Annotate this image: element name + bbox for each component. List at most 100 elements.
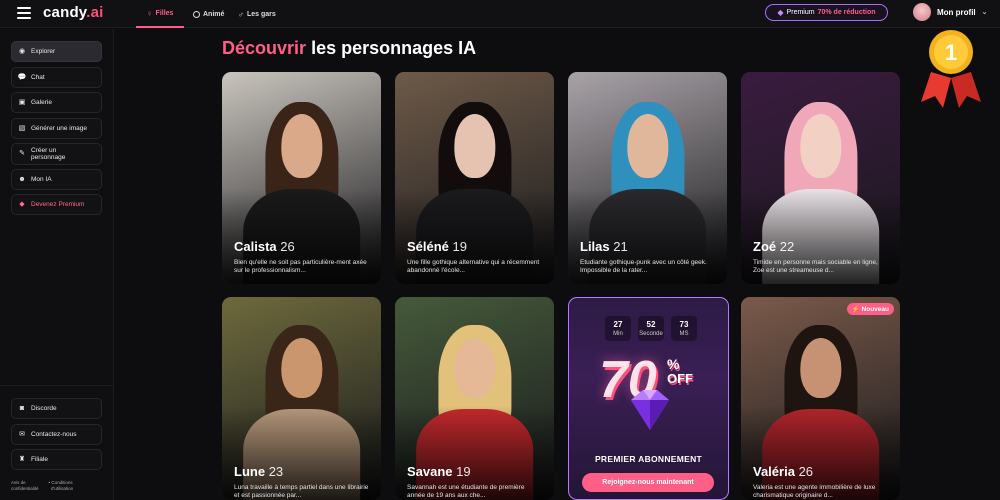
gem-icon bbox=[631, 390, 669, 430]
age-text: 26 bbox=[280, 239, 295, 254]
portrait-face bbox=[626, 114, 669, 178]
avatar bbox=[913, 3, 931, 21]
character-card-lune[interactable]: Lune 23 Luna travaille à temps partiel d… bbox=[222, 297, 381, 500]
timer-value: 73 bbox=[679, 320, 689, 329]
image-icon: ▧ bbox=[18, 124, 26, 132]
sidebar-item-contact[interactable]: ✉ Contactez-nous bbox=[11, 424, 102, 445]
age-text: 26 bbox=[798, 464, 814, 479]
sidebar-item-creer-personnage[interactable]: ✎ Créer un personnage bbox=[11, 143, 102, 165]
premium-offer-button[interactable]: ◆ Premium 70% de réduction bbox=[765, 4, 888, 21]
character-description: Savannah est une étudiante de première a… bbox=[407, 484, 525, 499]
tab-filles[interactable]: ♀ Filles bbox=[136, 0, 184, 28]
footer-links: Avis de confidentialité • Conditions d'ut… bbox=[11, 480, 73, 492]
name-text: Lilas bbox=[580, 239, 610, 254]
mail-icon: ✉ bbox=[19, 430, 25, 438]
sidebar-item-discord[interactable]: ◙ Discorde bbox=[11, 398, 102, 419]
portrait-face bbox=[799, 114, 842, 178]
portrait-face bbox=[799, 337, 842, 399]
female-icon: ♀ bbox=[146, 8, 153, 18]
page-title-rest: les personnages IA bbox=[311, 38, 477, 58]
character-card-lilas[interactable]: Lilas 21 Étudiante gothique-punk avec un… bbox=[568, 72, 727, 284]
trophy-icon: ♜ bbox=[18, 455, 26, 463]
character-name: Lune 23 bbox=[234, 464, 283, 479]
hamburger-menu-icon[interactable] bbox=[17, 7, 31, 19]
sidebar-item-generer-image[interactable]: ▧ Générer une image bbox=[11, 118, 102, 139]
sidebar-item-label: Chat bbox=[31, 74, 45, 81]
premium-prefix: Premium bbox=[786, 9, 815, 16]
sidebar-item-label: Galerie bbox=[31, 99, 52, 106]
profile-label: Mon profil bbox=[937, 7, 976, 17]
sidebar-item-label: Contactez-nous bbox=[31, 431, 77, 438]
promo-off: OFF bbox=[667, 371, 693, 386]
page-title-accent: Découvrir bbox=[222, 38, 307, 58]
profile-menu[interactable]: Mon profil ⌄ bbox=[913, 3, 988, 21]
new-badge: ⚡ Nouveau bbox=[846, 303, 894, 315]
sidebar-item-premium[interactable]: ◆ Devenez Premium bbox=[11, 194, 102, 215]
character-card-valeria[interactable]: ⚡ Nouveau Valéria 26 Valeria est une age… bbox=[741, 297, 900, 500]
sidebar-item-label: Explorer bbox=[31, 48, 56, 55]
tab-label: Filles bbox=[155, 9, 174, 17]
promo-percent: % bbox=[667, 356, 680, 372]
mask-icon: ☻ bbox=[18, 175, 26, 183]
character-name: Séléné 19 bbox=[407, 239, 467, 254]
privacy-line-1: Avis de bbox=[11, 480, 26, 485]
character-description: Valeria est une agente immobilière de lu… bbox=[753, 484, 876, 499]
age-text: 23 bbox=[268, 464, 284, 479]
character-description: Étudiante gothique-punk avec un côté gee… bbox=[580, 259, 707, 274]
tab-les-gars[interactable]: ♂ Les gars bbox=[238, 0, 276, 28]
sidebar-item-label: Mon IA bbox=[31, 176, 52, 183]
character-card-selene[interactable]: Séléné 19 Une fille gothique alternative… bbox=[395, 72, 554, 284]
terms-link[interactable]: • Conditions d'utilisation bbox=[49, 480, 74, 492]
timer-ms: 73 MS bbox=[671, 316, 697, 341]
sidebar-item-label: Devenez Premium bbox=[31, 201, 85, 208]
character-card-calista[interactable]: Calista 26 Bien qu'elle ne soit pas part… bbox=[222, 72, 381, 284]
diamond-icon: ◆ bbox=[19, 200, 25, 208]
sidebar-item-explorer[interactable]: ◉ Explorer bbox=[11, 41, 102, 62]
premium-discount: 70% de réduction bbox=[817, 9, 876, 16]
privacy-link[interactable]: Avis de confidentialité bbox=[11, 480, 39, 492]
sidebar-item-galerie[interactable]: ▣ Galerie bbox=[11, 92, 102, 113]
timer-unit: Seconde bbox=[639, 331, 663, 337]
sidebar-item-filiale[interactable]: ♜ Filiale bbox=[11, 449, 102, 470]
sidebar-item-mon-ia[interactable]: ☻ Mon IA bbox=[11, 169, 102, 190]
timer-value: 27 bbox=[613, 320, 623, 329]
promo-title: PREMIER ABONNEMENT bbox=[594, 454, 703, 464]
age-text: 21 bbox=[613, 239, 628, 254]
sidebar-item-label: Discorde bbox=[31, 405, 57, 412]
sidebar-item-label: Créer un personnage bbox=[31, 147, 65, 161]
join-now-button[interactable]: Rejoignez-nous maintenant bbox=[582, 473, 714, 492]
portrait-face bbox=[453, 337, 496, 399]
age-text: 19 bbox=[456, 464, 471, 479]
portrait-face bbox=[280, 337, 323, 399]
label-line-1: Créer un bbox=[31, 147, 57, 154]
logo-main: candy bbox=[43, 4, 87, 21]
anime-icon bbox=[193, 10, 200, 18]
character-description: Bien qu'elle ne soit pas particulière-me… bbox=[234, 259, 367, 274]
privacy-line-2: confidentialité bbox=[11, 486, 39, 491]
timer-value: 52 bbox=[646, 320, 656, 329]
name-text: Calista bbox=[234, 239, 277, 254]
terms-line-2: d'utilisation bbox=[51, 486, 74, 491]
new-badge-label: Nouveau bbox=[861, 306, 889, 313]
timer-minutes: 27 Min bbox=[605, 316, 631, 341]
timer-seconds: 52 Seconde bbox=[638, 316, 664, 341]
name-text: Lune bbox=[234, 464, 266, 479]
name-text: Valéria bbox=[753, 464, 795, 479]
sidebar-divider bbox=[0, 385, 114, 386]
logo[interactable]: candy.ai bbox=[43, 4, 104, 21]
character-card-savane[interactable]: Savane 19 Savannah est une étudiante de … bbox=[395, 297, 554, 500]
portrait-face bbox=[280, 114, 323, 178]
character-card-zoe[interactable]: Zoé 22 Timide en personne mais sociable … bbox=[741, 72, 900, 284]
tab-label: Animé bbox=[203, 10, 225, 18]
diamond-icon: ◆ bbox=[777, 8, 784, 17]
character-name: Lilas 21 bbox=[580, 239, 628, 254]
terms-line-1: Conditions bbox=[51, 480, 73, 485]
tab-anime[interactable]: Animé bbox=[193, 0, 224, 28]
sidebar-item-chat[interactable]: 💬 Chat bbox=[11, 67, 102, 88]
chevron-down-icon: ⌄ bbox=[981, 9, 988, 16]
age-text: 19 bbox=[452, 239, 468, 254]
character-name: Valéria 26 bbox=[753, 464, 813, 479]
premium-promo-card[interactable]: 27 Min 52 Seconde 73 MS 70 % OFF PREMIER AB… bbox=[568, 297, 729, 500]
discord-icon: ◙ bbox=[19, 404, 25, 412]
character-name: Savane 19 bbox=[407, 464, 471, 479]
